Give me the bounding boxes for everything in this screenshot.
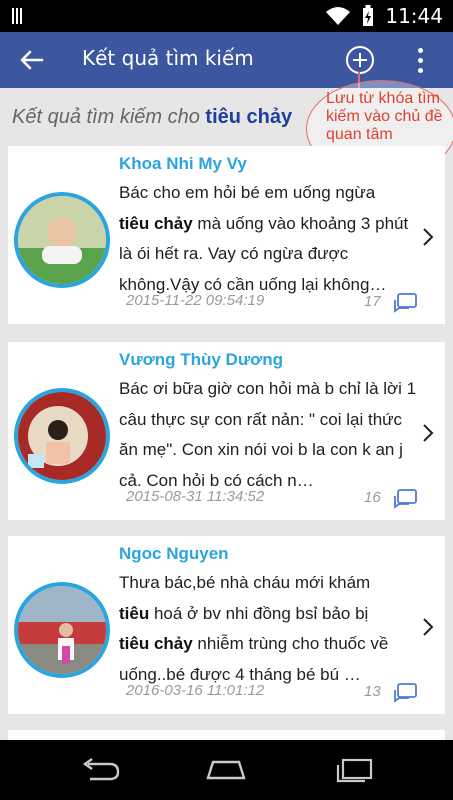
comment-count: 13 <box>364 683 381 700</box>
battery-icon <box>363 5 374 26</box>
more-vert-icon[interactable] <box>406 44 434 76</box>
notification-icon <box>12 8 26 24</box>
nav-home-button[interactable] <box>202 754 250 786</box>
status-icons: 11:44 <box>325 3 443 29</box>
add-circle-icon <box>346 46 374 74</box>
back-arrow-icon <box>20 50 44 70</box>
chevron-right-icon <box>423 618 434 636</box>
nav-back-button[interactable] <box>76 754 124 786</box>
timestamp: 2015-08-31 11:34:52 <box>126 488 265 505</box>
search-keyword: tiêu chảy <box>205 106 293 128</box>
message-snippet: Thưa bác,bé nhà cháu mới khám tiêu hoá ở … <box>119 573 389 684</box>
timestamp: 2016-03-16 11:01:12 <box>126 682 265 699</box>
comment-count: 17 <box>364 293 381 310</box>
chevron-right-icon <box>423 228 434 246</box>
nav-back-icon <box>82 758 120 781</box>
result-card[interactable]: Khoa Nhi My Vy Bác cho em hỏi bé em uống… <box>8 146 445 324</box>
wifi-icon <box>326 7 351 25</box>
author-name: Khoa Nhi My Vy <box>119 154 247 173</box>
add-topic-button[interactable] <box>344 44 376 76</box>
result-card <box>8 730 445 740</box>
back-button[interactable] <box>14 42 50 78</box>
nav-recents-icon <box>336 758 373 783</box>
message-snippet: Bác ơi bữa giờ con hỏi mà b chỉ là lời 1… <box>119 379 417 490</box>
status-bar: 11:44 <box>0 0 453 32</box>
comment-count: 16 <box>364 489 381 506</box>
caption-prefix: Kết quả tìm kiếm cho <box>12 106 206 128</box>
nav-recents-button[interactable] <box>330 754 378 786</box>
avatar <box>14 582 110 678</box>
nav-home-icon <box>206 760 246 780</box>
message-snippet: Bác cho em hỏi bé em uống ngừa tiêu chảy … <box>119 183 409 294</box>
system-nav-bar <box>0 740 453 800</box>
timestamp: 2015-11-22 09:54:19 <box>126 292 265 309</box>
avatar <box>14 388 110 484</box>
annotation-text: Lưu từ khóa tìm kiếm vào chủ đề quan tâm <box>326 90 443 143</box>
author-name: Vương Thùy Dương <box>119 350 283 369</box>
result-card[interactable]: Ngoc Nguyen Thưa bác,bé nhà cháu mới khá… <box>8 536 445 714</box>
avatar <box>14 192 110 288</box>
clock: 11:44 <box>385 4 443 28</box>
comment-icon <box>394 683 417 703</box>
author-name: Ngoc Nguyen <box>119 544 229 563</box>
page-title: Kết quả tìm kiếm <box>82 46 254 70</box>
comment-icon <box>394 489 417 509</box>
comment-icon <box>394 293 417 313</box>
result-card[interactable]: Vương Thùy Dương Bác ơi bữa giờ con hỏi … <box>8 342 445 520</box>
chevron-right-icon <box>423 424 434 442</box>
